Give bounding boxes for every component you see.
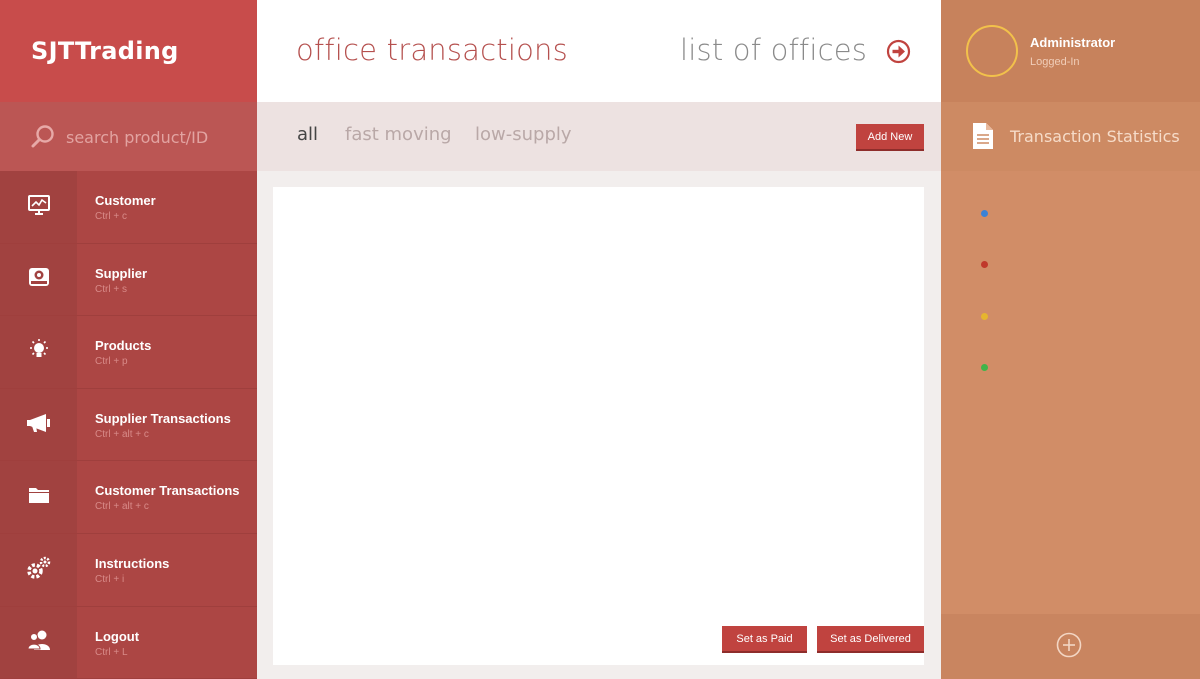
- right-footer: [941, 614, 1200, 679]
- sidebar-item-supplier-transactions[interactable]: Supplier Transactions Ctrl + alt + c: [0, 388, 257, 462]
- user-status: Logged-In: [1030, 56, 1080, 68]
- sidebar-item-shortcut: Ctrl + p: [95, 356, 128, 368]
- sidebar-item-shortcut: Ctrl + alt + c: [95, 428, 149, 440]
- arrow-right-circle-icon[interactable]: [886, 39, 911, 64]
- nav-icon-cell: [0, 171, 77, 243]
- sidebar-item-label: Customer Transactions: [95, 483, 240, 499]
- sidebar-item-shortcut: Ctrl + alt + c: [95, 501, 149, 513]
- sidebar-item-label: Supplier Transactions: [95, 410, 231, 426]
- presentation-chart-icon: [27, 193, 51, 221]
- megaphone-icon: [26, 411, 52, 439]
- sidebar-item-label: Logout: [95, 628, 140, 644]
- sidebar-item-shortcut: Ctrl + s: [95, 283, 127, 295]
- page-header: office transactions list of offices: [257, 0, 941, 102]
- inbox-tray-icon: [27, 265, 51, 293]
- app-logo: SJTTrading: [31, 37, 179, 65]
- sidebar-item-label: Customer: [95, 193, 156, 208]
- set-as-delivered-button[interactable]: Set as Delivered: [817, 626, 924, 653]
- logo-rest-text: Trading: [75, 37, 179, 65]
- legend-dot-yellow: [981, 313, 988, 320]
- page-title: office transactions: [296, 33, 568, 67]
- right-sidebar: Administrator Logged-In Transaction Stat…: [941, 0, 1200, 679]
- transactions-panel: Set as Paid Set as Delivered: [273, 187, 924, 665]
- logo-bold-text: SJT: [31, 37, 76, 65]
- tab-all[interactable]: all: [297, 124, 318, 145]
- users-icon: [26, 628, 52, 656]
- lightbulb-icon: [27, 338, 51, 366]
- sidebar-item-instructions[interactable]: Instructions Ctrl + i: [0, 533, 257, 607]
- sidebar-item-label: Instructions: [95, 555, 170, 571]
- search-bar: [0, 102, 257, 171]
- left-sidebar: SJTTrading Custom: [0, 0, 257, 679]
- tab-fast-moving[interactable]: fast moving: [345, 124, 452, 145]
- sidebar-item-products[interactable]: Products Ctrl + p: [0, 316, 257, 389]
- document-icon: [972, 122, 994, 154]
- logo-area: SJTTrading: [0, 0, 257, 102]
- nav-icon-cell: [0, 243, 77, 316]
- add-new-button[interactable]: Add New: [856, 124, 924, 151]
- sidebar-item-customer-transactions[interactable]: Customer Transactions Ctrl + alt + c: [0, 461, 257, 534]
- nav-icon-cell: [0, 316, 77, 388]
- nav-icon-cell: [0, 388, 77, 461]
- gears-icon: [26, 555, 52, 585]
- sidebar-nav: Customer Ctrl + c Supplier Ctrl + s Prod…: [0, 171, 257, 679]
- user-panel: Administrator Logged-In: [941, 0, 1200, 102]
- nav-icon-cell: [0, 461, 77, 533]
- folder-icon: [27, 483, 51, 511]
- sidebar-item-customer[interactable]: Customer Ctrl + c: [0, 171, 257, 244]
- sidebar-item-label: Supplier: [95, 265, 148, 281]
- search-icon[interactable]: [30, 124, 56, 150]
- nav-icon-cell: [0, 606, 77, 679]
- nav-icon-cell: [0, 533, 77, 606]
- legend-dot-green: [981, 364, 988, 371]
- stats-header: Transaction Statistics: [941, 102, 1200, 171]
- sidebar-item-logout[interactable]: Logout Ctrl + L: [0, 606, 257, 679]
- stats-title: Transaction Statistics: [1010, 127, 1180, 146]
- avatar[interactable]: [966, 25, 1018, 77]
- sidebar-item-shortcut: Ctrl + c: [95, 211, 127, 222]
- legend-dot-red: [981, 261, 988, 268]
- user-name: Administrator: [1030, 35, 1116, 50]
- legend-dot-blue: [981, 210, 988, 217]
- filter-bar: all fast moving low-supply Add New: [257, 102, 941, 171]
- sidebar-item-shortcut: Ctrl + L: [95, 646, 128, 658]
- main-area: office transactions list of offices all …: [257, 0, 941, 679]
- search-input[interactable]: [66, 124, 246, 150]
- sidebar-item-supplier[interactable]: Supplier Ctrl + s: [0, 243, 257, 317]
- set-as-paid-button[interactable]: Set as Paid: [722, 626, 807, 653]
- sidebar-item-label: Products: [95, 338, 152, 354]
- add-circle-icon[interactable]: [1056, 632, 1082, 658]
- list-of-offices-link[interactable]: list of offices: [680, 33, 867, 67]
- tab-low-supply[interactable]: low-supply: [475, 124, 572, 145]
- sidebar-item-shortcut: Ctrl + i: [95, 573, 125, 585]
